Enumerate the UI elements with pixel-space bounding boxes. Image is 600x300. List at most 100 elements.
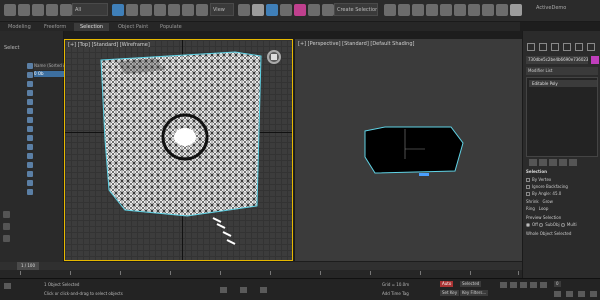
undo-icon[interactable] [4,4,16,16]
bind-spacewarp-icon[interactable] [60,4,72,16]
workspace-label[interactable]: ActiveDemo [536,5,566,11]
polygon-level-icon[interactable] [559,159,567,166]
filter-all-icon[interactable] [27,171,33,177]
render-frame-icon[interactable] [496,4,508,16]
radio-multi-icon[interactable] [560,223,565,227]
ring-button[interactable]: Ring [526,206,535,211]
by-angle-value[interactable]: 45.0 [552,191,561,196]
layer-explorer-icon[interactable] [412,4,424,16]
checkbox-icon[interactable] [526,178,530,182]
scale-icon[interactable] [182,4,194,16]
percent-snap-icon[interactable] [294,4,306,16]
align-icon[interactable] [398,4,410,16]
tab-object-paint[interactable]: Object Paint [118,23,148,31]
perspective-viewport-label[interactable]: [+] [Perspective] [Standard] [Default Sh… [298,41,414,47]
wireframe-mesh[interactable] [65,40,293,261]
layer-icon[interactable] [3,211,10,218]
filter-none-icon[interactable] [27,180,33,186]
hierarchy-tab-icon[interactable] [551,43,559,51]
filter-cameras-icon[interactable] [27,90,33,96]
x-coordinate-icon[interactable] [260,287,267,293]
by-angle-option[interactable]: By Angle: 45.0 [526,191,598,196]
orbit-icon[interactable] [578,291,585,297]
auto-key-button[interactable]: Auto [440,281,454,287]
graphite-toolbar-icon[interactable] [426,4,438,16]
add-time-tag[interactable]: Add Time Tag [382,291,409,296]
expand-icon[interactable] [3,235,10,242]
filter-lights-icon[interactable] [27,81,33,87]
element-level-icon[interactable] [569,159,577,166]
border-level-icon[interactable] [549,159,557,166]
reference-coord-dropdown[interactable]: View [210,3,234,16]
perspective-viewport[interactable]: [+] [Perspective] [Standard] [Default Sh… [294,39,522,261]
select-manipulate-icon[interactable] [252,4,264,16]
redo-icon[interactable] [18,4,30,16]
view-cube-icon[interactable] [267,50,281,64]
scene-row[interactable] [34,78,64,84]
track-bar[interactable] [0,270,522,278]
material-editor-icon[interactable] [468,4,480,16]
scene-explorer-header[interactable]: Name (Sorted Ascending) [34,63,64,70]
radio-subobj-icon[interactable] [539,223,544,227]
scene-row[interactable] [34,85,64,91]
filter-spacewarps-icon[interactable] [27,108,33,114]
play-icon[interactable] [520,282,527,288]
view-cube-face[interactable] [271,54,277,60]
time-slider-handle[interactable]: 1 / 100 [17,262,39,270]
object-color-swatch[interactable] [591,56,599,64]
filter-geometry-icon[interactable] [27,63,33,69]
placement-icon[interactable] [196,4,208,16]
top-viewport-label[interactable]: [+] [Top] [Standard] [Wireframe] [68,42,150,48]
tab-freeform[interactable]: Freeform [44,23,66,31]
motion-tab-icon[interactable] [563,43,571,51]
move-icon[interactable] [154,4,166,16]
go-to-start-icon[interactable] [500,282,507,288]
select-object-icon[interactable] [112,4,124,16]
top-viewport[interactable]: [+] [Top] [Standard] [Wireframe] [64,39,293,261]
next-frame-icon[interactable] [530,282,537,288]
zoom-icon[interactable] [554,291,561,297]
angle-snap-icon[interactable] [280,4,292,16]
absolute-mode-icon[interactable] [240,287,247,293]
tab-selection[interactable]: Selection [74,23,110,31]
rotate-icon[interactable] [168,4,180,16]
set-key-button[interactable]: Set Key [440,290,460,296]
edge-level-icon[interactable] [539,159,547,166]
unlink-icon[interactable] [46,4,58,16]
filter-shapes-icon[interactable] [27,72,33,78]
link-icon[interactable] [32,4,44,16]
modifier-list-dropdown[interactable]: Modifier List [526,67,598,75]
pan-icon[interactable] [566,291,573,297]
filter-groups-icon[interactable] [27,117,33,123]
filter-xrefs-icon[interactable] [27,126,33,132]
tab-modeling[interactable]: Modeling [8,23,31,31]
render-icon[interactable] [510,4,522,16]
filter-hidden-icon[interactable] [27,162,33,168]
mirror-icon[interactable] [384,4,396,16]
ignore-backfacing-option[interactable]: Ignore Backfacing [526,184,598,189]
pivot-center-icon[interactable] [238,4,250,16]
create-tab-icon[interactable] [527,43,535,51]
named-selection-set-dropdown[interactable]: Create Selection Set [334,3,378,16]
filter-containers-icon[interactable] [27,144,33,150]
selected-dropdown[interactable]: Selected [460,281,482,287]
utilities-tab-icon[interactable] [587,43,595,51]
shrink-button[interactable]: Shrink [526,199,539,204]
select-by-name-icon[interactable] [126,4,138,16]
perspective-mesh[interactable] [295,39,522,261]
stack-item-editable-poly[interactable]: Editable Poly [529,80,597,87]
snap-toggle-icon[interactable] [266,4,278,16]
lock-selection-icon[interactable] [220,287,227,293]
render-setup-icon[interactable] [482,4,494,16]
rect-selection-icon[interactable] [140,4,152,16]
hierarchy-icon[interactable] [3,223,10,230]
go-to-end-icon[interactable] [540,282,547,288]
current-frame-field[interactable]: 0 [554,281,561,287]
schematic-view-icon[interactable] [454,4,466,16]
curve-editor-icon[interactable] [440,4,452,16]
modify-tab-icon[interactable] [539,43,547,51]
by-vertex-option[interactable]: By Vertex [526,177,598,182]
scene-row-object[interactable]: 0 Ob [34,71,64,77]
checkbox-icon[interactable] [526,192,530,196]
display-tab-icon[interactable] [575,43,583,51]
